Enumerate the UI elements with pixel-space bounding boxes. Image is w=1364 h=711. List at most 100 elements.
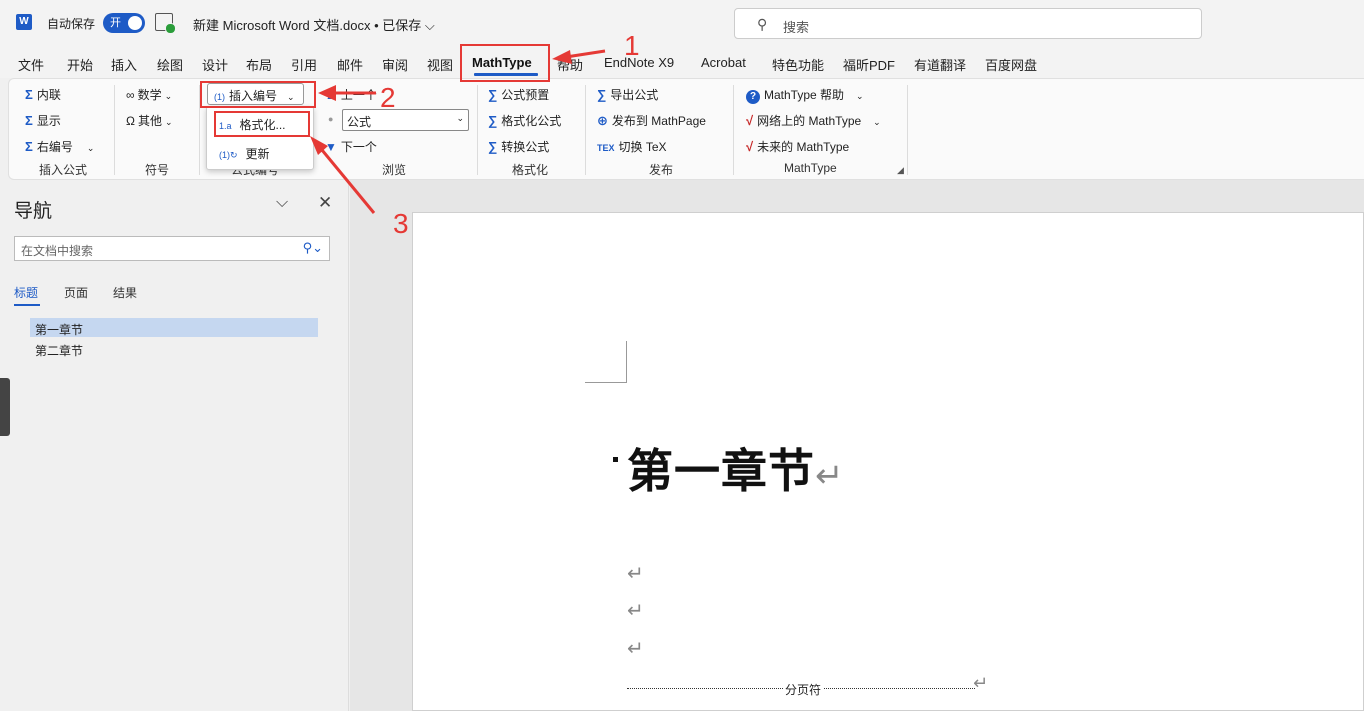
- display-formula-button[interactable]: Σ 显示: [25, 112, 61, 129]
- document-heading[interactable]: 第一章节↵: [627, 435, 845, 501]
- mathtype-online-button[interactable]: √ 网络上的 MathType ⌄: [746, 112, 881, 129]
- paragraph-mark: ↵: [627, 600, 644, 622]
- group-label-symbols: 符号: [145, 163, 170, 177]
- heading-bullet: [613, 457, 618, 462]
- tab-features[interactable]: 特色功能: [772, 55, 824, 74]
- math-symbols-button[interactable]: ∞ 数学 ⌄: [126, 86, 172, 103]
- chevron-down-icon: ⌄: [856, 91, 864, 101]
- word-logo: W: [16, 14, 32, 30]
- paragraph-mark: ↵: [627, 638, 644, 660]
- previous-button[interactable]: ▲ 上一个: [325, 86, 377, 103]
- group-label-format: 格式化: [512, 163, 549, 177]
- chevron-down-icon: ⌄: [456, 113, 464, 123]
- chevron-down-icon: ⌄: [165, 117, 173, 127]
- tab-insert[interactable]: 插入: [111, 55, 137, 74]
- sigma-icon: Σ: [25, 113, 33, 128]
- radio-icon: ●: [328, 114, 334, 124]
- nav-tab-pages[interactable]: 页面: [64, 284, 88, 301]
- document-area: 第一章节↵ ↵ ↵ ↵ 分页符 ↵: [350, 180, 1364, 711]
- other-symbols-button[interactable]: Ω 其他 ⌄: [126, 112, 173, 129]
- export-icon: ∑: [597, 87, 607, 102]
- page-break-label: 分页符: [783, 681, 824, 698]
- omega-icon: Ω: [126, 114, 135, 128]
- tab-foxit-pdf[interactable]: 福昕PDF: [843, 55, 895, 74]
- publish-mathpage-button[interactable]: ⊕ 发布到 MathPage: [597, 112, 706, 129]
- formula-preset-button[interactable]: ∑ 公式预置: [488, 86, 549, 103]
- mathtype-help-button[interactable]: ? MathType 帮助 ⌄: [746, 86, 864, 104]
- autosave-label: 自动保存: [47, 17, 96, 31]
- annotation-box-insert-number: [200, 81, 316, 108]
- navigation-pane: 导航 ⌵ ✕ 在文档中搜索 ⚲⌄ 标题 页面 结果 第一章节 第二章节: [0, 180, 349, 711]
- menu-item-update[interactable]: (1)↻ 更新: [219, 145, 270, 162]
- nav-heading-item[interactable]: 第二章节: [30, 339, 318, 358]
- sigma-icon: Σ: [25, 87, 33, 102]
- formula-preset-icon: ∑: [488, 87, 498, 102]
- convert-formula-button[interactable]: ∑ 转换公式: [488, 138, 549, 155]
- side-widget[interactable]: [0, 378, 10, 436]
- tab-references[interactable]: 引用: [291, 55, 317, 74]
- mathtype-future-button[interactable]: √ 未来的 MathType: [746, 138, 849, 155]
- divider: [477, 85, 478, 175]
- tab-mailings[interactable]: 邮件: [337, 55, 363, 74]
- document-page[interactable]: 第一章节↵ ↵ ↵ ↵ 分页符 ↵: [412, 212, 1364, 711]
- search-input[interactable]: ⚲ 搜索: [734, 8, 1202, 39]
- save-icon[interactable]: [155, 13, 176, 34]
- tab-youdao[interactable]: 有道翻译: [914, 55, 966, 74]
- inline-formula-button[interactable]: Σ 内联: [25, 86, 61, 103]
- infinity-icon: ∞: [126, 88, 135, 102]
- refresh-icon: (1)↻: [219, 150, 238, 160]
- next-button[interactable]: ▼ 下一个: [325, 138, 377, 155]
- ribbon-tabs: 文件 开始 插入 绘图 设计 布局 引用 邮件 审阅 视图 MathType 帮…: [0, 46, 1364, 78]
- tab-draw[interactable]: 绘图: [157, 55, 183, 74]
- tab-home[interactable]: 开始: [67, 55, 93, 74]
- annotation-box-mathtype-tab: [460, 44, 550, 82]
- tab-view[interactable]: 视图: [427, 55, 453, 74]
- tab-review[interactable]: 审阅: [382, 55, 408, 74]
- close-icon[interactable]: ✕: [318, 193, 332, 213]
- tab-design[interactable]: 设计: [202, 55, 228, 74]
- nav-tab-headings[interactable]: 标题: [14, 284, 38, 301]
- tab-baidu-netdisk[interactable]: 百度网盘: [985, 55, 1037, 74]
- annotation-number-3: 3: [393, 208, 409, 239]
- tab-layout[interactable]: 布局: [246, 55, 272, 74]
- paragraph-mark: ↵: [815, 456, 845, 496]
- chevron-down-icon: ⌄: [86, 143, 95, 153]
- nav-search-input[interactable]: 在文档中搜索 ⚲⌄: [14, 236, 330, 261]
- up-arrow-icon: ▲: [325, 88, 337, 102]
- group-label-publish: 发布: [649, 163, 674, 177]
- chevron-down-icon: ⌄: [873, 117, 881, 127]
- chevron-down-icon[interactable]: ⌵: [276, 194, 288, 212]
- tab-file[interactable]: 文件: [18, 55, 44, 74]
- annotation-box-format-item: [214, 111, 310, 137]
- nav-search-placeholder: 在文档中搜索: [21, 244, 94, 258]
- autosave-state: 开: [110, 17, 121, 29]
- autosave-toggle[interactable]: 开: [103, 13, 145, 33]
- document-title[interactable]: 新建 Microsoft Word 文档.docx • 已保存 ⌵: [193, 15, 435, 34]
- mathtype-logo-icon: √: [746, 113, 754, 128]
- divider: [114, 85, 115, 175]
- paragraph-mark: ↵: [973, 673, 989, 693]
- group-label-browse: 浏览: [382, 163, 407, 177]
- divider: [907, 85, 908, 175]
- mathtype-logo-icon: √: [746, 139, 754, 154]
- browse-type-select[interactable]: 公式 ⌄: [342, 109, 469, 131]
- search-icon: ⚲: [757, 16, 768, 32]
- format-formula-button[interactable]: ∑ 格式化公式: [488, 112, 561, 129]
- down-arrow-icon: ▼: [325, 140, 337, 154]
- divider: [585, 85, 586, 175]
- toggle-tex-button[interactable]: TEX 切换 TeX: [597, 138, 667, 155]
- annotation-number-2: 2: [380, 82, 396, 113]
- search-icon[interactable]: ⚲⌄: [303, 240, 323, 256]
- dialog-launcher-icon[interactable]: ◢: [897, 165, 904, 176]
- search-placeholder: 搜索: [783, 20, 810, 35]
- sigma-icon: Σ: [25, 139, 33, 154]
- tab-acrobat[interactable]: Acrobat: [701, 55, 746, 70]
- nav-tab-indicator: [14, 304, 40, 306]
- export-formula-button[interactable]: ∑ 导出公式: [597, 86, 658, 103]
- chevron-down-icon: ⌄: [164, 91, 173, 101]
- convert-formula-icon: ∑: [488, 139, 498, 154]
- nav-heading-item[interactable]: 第一章节: [30, 318, 318, 337]
- tab-help[interactable]: 帮助: [557, 55, 583, 74]
- right-numbered-button[interactable]: Σ 右编号 ⌄: [25, 138, 94, 155]
- nav-tab-results[interactable]: 结果: [113, 284, 137, 301]
